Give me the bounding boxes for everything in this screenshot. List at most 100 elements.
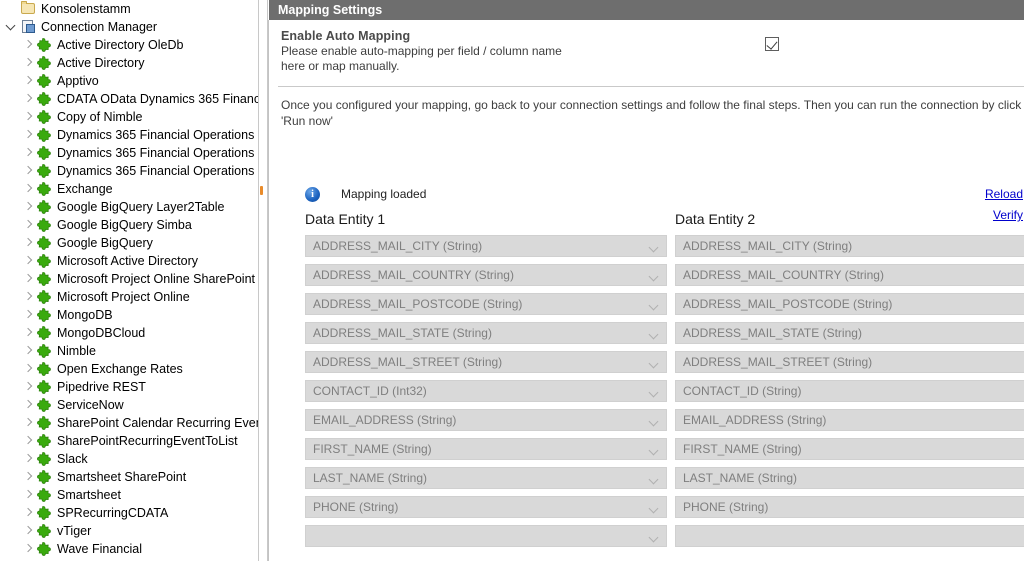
tree-item-mongodbcloud[interactable]: MongoDBCloud	[0, 324, 258, 342]
data-entity-2-field-value-box[interactable]: ADDRESS_MAIL_CITY (String)	[675, 235, 1024, 257]
chevron-down-icon[interactable]	[649, 243, 659, 253]
tree-item-google-bigquery[interactable]: Google BigQuery	[0, 234, 258, 252]
tree-item-cdata-odata-dynamics-365-financial[interactable]: CDATA OData Dynamics 365 Financial	[0, 90, 258, 108]
chevron-down-icon[interactable]	[4, 19, 20, 35]
enable-auto-mapping-checkbox[interactable]	[765, 37, 779, 51]
chevron-right-icon[interactable]	[20, 37, 36, 53]
tree-item-sharepointrecurringeventtolist[interactable]: SharePointRecurringEventToList	[0, 432, 258, 450]
data-entity-1-field-select[interactable]: ADDRESS_MAIL_COUNTRY (String)	[305, 264, 667, 286]
data-entity-1-field-select[interactable]: CONTACT_ID (Int32)	[305, 380, 667, 402]
tree-item-mongodb[interactable]: MongoDB	[0, 306, 258, 324]
tree-item-smartsheet[interactable]: Smartsheet	[0, 486, 258, 504]
chevron-right-icon[interactable]	[20, 469, 36, 485]
data-entity-2-field-value-box[interactable]: PHONE (String)	[675, 496, 1024, 518]
data-entity-2-field-value-box[interactable]	[675, 525, 1024, 547]
chevron-right-icon[interactable]	[20, 181, 36, 197]
tree-item-active-directory[interactable]: Active Directory	[0, 54, 258, 72]
data-entity-2-field-value-box[interactable]: ADDRESS_MAIL_STREET (String)	[675, 351, 1024, 373]
tree-item-connection-manager[interactable]: Connection Manager	[0, 18, 258, 36]
chevron-right-icon[interactable]	[20, 541, 36, 557]
tree-item-copy-of-nimble[interactable]: Copy of Nimble	[0, 108, 258, 126]
tree-item-smartsheet-sharepoint[interactable]: Smartsheet SharePoint	[0, 468, 258, 486]
chevron-down-icon[interactable]	[649, 504, 659, 514]
tree-item-konsolenstamm[interactable]: Konsolenstamm	[0, 0, 258, 18]
data-entity-1-field-select[interactable]: LAST_NAME (String)	[305, 467, 667, 489]
chevron-right-icon[interactable]	[20, 451, 36, 467]
data-entity-1-field-select[interactable]: FIRST_NAME (String)	[305, 438, 667, 460]
pane-splitter[interactable]	[258, 0, 268, 561]
tree-item-dynamics-365-financial-operations-oa[interactable]: Dynamics 365 Financial Operations OA	[0, 144, 258, 162]
splitter-grip[interactable]	[260, 186, 263, 195]
data-entity-1-field-select[interactable]	[305, 525, 667, 547]
tree-item-sharepoint-calendar-recurring-events[interactable]: SharePoint Calendar Recurring Events	[0, 414, 258, 432]
chevron-right-icon[interactable]	[20, 379, 36, 395]
data-entity-2-field-value-box[interactable]: ADDRESS_MAIL_POSTCODE (String)	[675, 293, 1024, 315]
chevron-right-icon[interactable]	[20, 307, 36, 323]
chevron-right-icon[interactable]	[20, 361, 36, 377]
tree-item-dynamics-365-financial-operations-oa[interactable]: Dynamics 365 Financial Operations OA	[0, 126, 258, 144]
chevron-right-icon[interactable]	[20, 235, 36, 251]
tree-item-microsoft-active-directory[interactable]: Microsoft Active Directory	[0, 252, 258, 270]
tree-item-vtiger[interactable]: vTiger	[0, 522, 258, 540]
chevron-right-icon[interactable]	[20, 397, 36, 413]
tree-item-pipedrive-rest[interactable]: Pipedrive REST	[0, 378, 258, 396]
tree-item-sprecurringcdata[interactable]: SPRecurringCDATA	[0, 504, 258, 522]
chevron-right-icon[interactable]	[20, 271, 36, 287]
chevron-down-icon[interactable]	[649, 446, 659, 456]
tree-item-microsoft-project-online[interactable]: Microsoft Project Online	[0, 288, 258, 306]
chevron-right-icon[interactable]	[20, 505, 36, 521]
chevron-right-icon[interactable]	[20, 289, 36, 305]
chevron-right-icon[interactable]	[20, 91, 36, 107]
tree-item-slack[interactable]: Slack	[0, 450, 258, 468]
data-entity-1-field-select[interactable]: PHONE (String)	[305, 496, 667, 518]
tree-item-dynamics-365-financial-operations[interactable]: Dynamics 365 Financial Operations	[0, 162, 258, 180]
data-entity-2-field-value-box[interactable]: EMAIL_ADDRESS (String)	[675, 409, 1024, 431]
chevron-right-icon[interactable]	[20, 199, 36, 215]
chevron-right-icon[interactable]	[20, 487, 36, 503]
chevron-down-icon[interactable]	[649, 533, 659, 543]
chevron-down-icon[interactable]	[649, 475, 659, 485]
data-entity-1-field-select[interactable]: ADDRESS_MAIL_STATE (String)	[305, 322, 667, 344]
reload-link[interactable]: Reload	[269, 184, 1024, 205]
chevron-right-icon[interactable]	[20, 523, 36, 539]
connection-tree-pane[interactable]: KonsolenstammConnection ManagerActive Di…	[0, 0, 258, 561]
tree-item-exchange[interactable]: Exchange	[0, 180, 258, 198]
chevron-right-icon[interactable]	[20, 145, 36, 161]
data-entity-1-field-select[interactable]: ADDRESS_MAIL_CITY (String)	[305, 235, 667, 257]
tree-item-active-directory-oledb[interactable]: Active Directory OleDb	[0, 36, 258, 54]
tree-item-servicenow[interactable]: ServiceNow	[0, 396, 258, 414]
data-entity-1-field-select[interactable]: EMAIL_ADDRESS (String)	[305, 409, 667, 431]
chevron-down-icon[interactable]	[649, 417, 659, 427]
chevron-down-icon[interactable]	[649, 388, 659, 398]
data-entity-2-field-value-box[interactable]: CONTACT_ID (String)	[675, 380, 1024, 402]
data-entity-2-field-value-box[interactable]: LAST_NAME (String)	[675, 467, 1024, 489]
chevron-right-icon[interactable]	[20, 109, 36, 125]
chevron-right-icon[interactable]	[20, 55, 36, 71]
data-entity-1-field-select[interactable]: ADDRESS_MAIL_POSTCODE (String)	[305, 293, 667, 315]
tree-item-google-bigquery-layer2table[interactable]: Google BigQuery Layer2Table	[0, 198, 258, 216]
plugin-icon	[36, 487, 54, 503]
tree-item-open-exchange-rates[interactable]: Open Exchange Rates	[0, 360, 258, 378]
tree-item-wave-financial[interactable]: Wave Financial	[0, 540, 258, 558]
chevron-down-icon[interactable]	[649, 359, 659, 369]
data-entity-1-field-select[interactable]: ADDRESS_MAIL_STREET (String)	[305, 351, 667, 373]
chevron-right-icon[interactable]	[20, 343, 36, 359]
tree-item-apptivo[interactable]: Apptivo	[0, 72, 258, 90]
chevron-right-icon[interactable]	[20, 73, 36, 89]
chevron-right-icon[interactable]	[20, 433, 36, 449]
data-entity-2-field-value-box[interactable]: ADDRESS_MAIL_STATE (String)	[675, 322, 1024, 344]
chevron-right-icon[interactable]	[20, 217, 36, 233]
tree-item-google-bigquery-simba[interactable]: Google BigQuery Simba	[0, 216, 258, 234]
chevron-down-icon[interactable]	[649, 330, 659, 340]
chevron-right-icon[interactable]	[20, 127, 36, 143]
chevron-right-icon[interactable]	[20, 415, 36, 431]
chevron-down-icon[interactable]	[649, 272, 659, 282]
data-entity-2-field-value-box[interactable]: FIRST_NAME (String)	[675, 438, 1024, 460]
data-entity-2-field-value-box[interactable]: ADDRESS_MAIL_COUNTRY (String)	[675, 264, 1024, 286]
chevron-right-icon[interactable]	[20, 163, 36, 179]
tree-item-nimble[interactable]: Nimble	[0, 342, 258, 360]
chevron-right-icon[interactable]	[20, 253, 36, 269]
tree-item-microsoft-project-online-sharepoint[interactable]: Microsoft Project Online SharePoint	[0, 270, 258, 288]
chevron-right-icon[interactable]	[20, 325, 36, 341]
chevron-down-icon[interactable]	[649, 301, 659, 311]
